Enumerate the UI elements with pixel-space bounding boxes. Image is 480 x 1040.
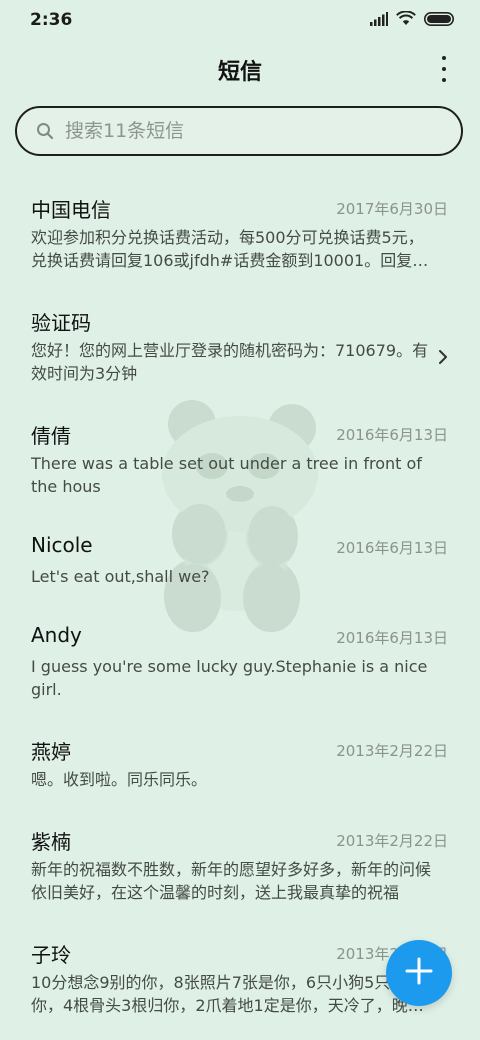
sender-name: 子玲 [31,943,71,967]
search-bar[interactable] [15,106,463,156]
sender-name: 中国电信 [31,198,111,222]
list-item[interactable]: Nicole 2016年6月13日 Let's eat out,shall we… [0,515,480,605]
status-time: 2:36 [30,10,73,30]
sender-name: 紫楠 [31,830,71,854]
more-options-button[interactable] [434,56,454,82]
sender-name: Andy [31,623,82,647]
message-date: 2017年6月30日 [336,200,448,218]
more-dot [442,67,446,71]
more-dot [442,78,446,82]
new-message-button[interactable] [386,940,452,1006]
signal-icon [370,11,388,30]
list-item[interactable]: Andy 2016年6月13日 I guess you're some luck… [0,605,480,717]
list-item[interactable]: 验证码 您好！您的网上营业厅登录的随机密码为：710679。有效时间为3分钟 [0,289,480,401]
plus-icon [404,956,434,990]
message-date: 2016年6月13日 [336,629,448,647]
message-date: 2016年6月13日 [336,426,448,444]
list-item[interactable]: 倩倩 2016年6月13日 There was a table set out … [0,402,480,514]
messages-screen: 2:36 短信 搜索11条短信 中国电信 2017年6月30日 欢迎参加积分兑换… [0,0,480,1040]
message-date: 2016年6月13日 [336,539,448,557]
list-item[interactable]: 燕婷 2013年2月22日 嗯。收到啦。同乐同乐。 [0,718,480,808]
message-preview: Let's eat out,shall we? [31,567,210,586]
sender-name: 验证码 [31,311,91,335]
more-vertical-icon [442,56,446,60]
wifi-icon [396,10,416,30]
message-preview: There was a table set out under a tree i… [31,454,422,496]
sender-name: 倩倩 [31,424,71,448]
message-preview: 10分想念9别的你，8张照片7张是你，6只小狗5只像你，4根骨头3根归你，2爪着… [31,973,424,1015]
message-preview: 嗯。收到啦。同乐同乐。 [31,770,208,789]
status-bar: 2:36 [0,0,480,40]
message-preview: 欢迎参加积分兑换话费活动，每500分可兑换话费5元，兑换话费请回复106或jfd… [31,228,424,270]
message-preview: I guess you're some lucky guy.Stephanie … [31,657,428,699]
battery-icon [424,11,454,30]
status-icons [370,10,454,30]
list-item[interactable]: 中国电信 2017年6月30日 欢迎参加积分兑换话费活动，每500分可兑换话费5… [0,176,480,288]
list-item[interactable]: 紫楠 2013年2月22日 新年的祝福数不胜数，新年的愿望好多好多，新年的问候依… [0,808,480,920]
message-preview: 您好！您的网上营业厅登录的随机密码为：710679。有效时间为3分钟 [31,341,429,383]
search-input[interactable] [63,119,447,143]
app-header: 短信 [0,46,480,92]
sender-name: 燕婷 [31,740,71,764]
sender-name: Nicole [31,533,93,557]
message-date: 2013年2月22日 [336,742,448,760]
page-title: 短信 [217,60,262,85]
message-date: 2013年2月22日 [336,832,448,850]
message-preview: 新年的祝福数不胜数，新年的愿望好多好多，新年的问候依旧美好，在这个温馨的时刻，送… [31,860,431,902]
search-icon [35,121,55,141]
chevron-right-icon [436,349,450,364]
